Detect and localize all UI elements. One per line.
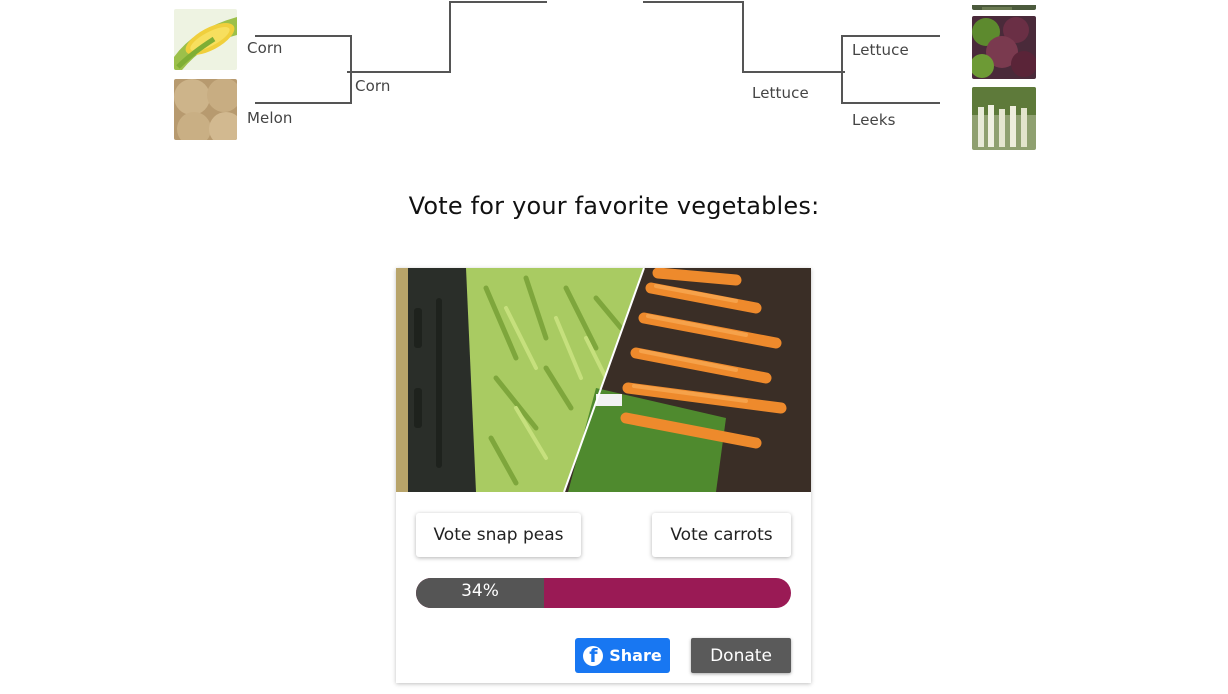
facebook-icon: f	[583, 645, 604, 667]
leeks-image	[972, 87, 1036, 150]
facebook-share-button[interactable]: f Share	[575, 638, 670, 673]
poll-card: Vote snap peas Vote carrots 34% f Share …	[396, 268, 811, 683]
tournament-bracket: Corn Melon Corn Lettuce Leeks Lettuce	[0, 0, 1228, 160]
snap-peas-vs-carrots-image	[396, 268, 811, 492]
share-label: Share	[609, 646, 662, 665]
bracket-line-left-r2	[347, 1, 547, 73]
vote-carrots-button[interactable]: Vote carrots	[652, 513, 791, 557]
bracket-line-right-r2	[643, 1, 845, 73]
donate-button[interactable]: Donate	[691, 638, 791, 673]
corn-image	[174, 9, 237, 70]
vote-snap-peas-button[interactable]: Vote snap peas	[416, 513, 581, 557]
bracket-label-melon: Melon	[247, 109, 293, 127]
bracket-label-corn-winner: Corn	[355, 77, 391, 95]
melon-image	[174, 79, 237, 140]
bracket-label-corn: Corn	[247, 39, 283, 57]
bracket-label-lettuce: Lettuce	[852, 41, 909, 59]
vote-result-percentage: 34%	[461, 581, 499, 601]
vegetable-image-top	[972, 0, 1036, 10]
poll-title: Vote for your favorite vegetables:	[408, 192, 820, 220]
vote-result-bar: 34%	[416, 578, 791, 608]
lettuce-image	[972, 16, 1036, 79]
bracket-label-leeks: Leeks	[852, 111, 896, 129]
matchup-photo	[396, 268, 811, 492]
bracket-label-lettuce-winner: Lettuce	[752, 84, 809, 102]
